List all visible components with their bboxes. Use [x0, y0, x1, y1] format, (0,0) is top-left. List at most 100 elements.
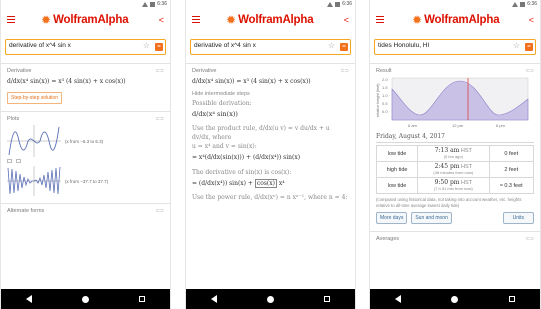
- search-input[interactable]: [194, 42, 314, 49]
- pod-title: Derivative: [192, 68, 217, 74]
- wolframalpha-logo: ✹ WolframAlpha: [226, 13, 314, 27]
- sin-derivative-text: The derivative of sin(x) is cos(x):: [192, 169, 292, 176]
- plot-row-2: (x from −37.7 to 37.7): [7, 166, 164, 196]
- menu-icon[interactable]: [376, 16, 384, 24]
- expr-rhs: = x³ (4 sin(x) + x cos(x)): [236, 78, 311, 85]
- android-nav-bar: [186, 289, 355, 309]
- signal-icon: [327, 1, 334, 7]
- search-bar[interactable]: ☆ =: [374, 39, 536, 55]
- search-input[interactable]: [9, 42, 129, 49]
- go-icon[interactable]: =: [340, 42, 348, 51]
- recent-apps-icon[interactable]: [508, 296, 515, 302]
- link-icon[interactable]: ⊂⊃: [156, 116, 164, 122]
- status-bar: 6:36: [370, 0, 540, 8]
- star-icon[interactable]: ☆: [143, 41, 150, 50]
- logo-text: WolframAlpha: [53, 14, 129, 26]
- go-icon[interactable]: =: [525, 42, 533, 51]
- derivative-expression: d/dx(x⁴ sin(x)) = x³ (4 sin(x) + x cos(x…: [7, 77, 164, 86]
- link-icon[interactable]: ⊂⊃: [526, 236, 534, 242]
- status-time: 6:36: [157, 1, 167, 7]
- expr-lhs: d/dx(x⁴ sin(x)): [7, 78, 50, 85]
- search-bar[interactable]: ☆ =: [5, 39, 166, 55]
- battery-icon: [335, 1, 341, 7]
- plot-option-icon[interactable]: [7, 159, 12, 163]
- tide-height: 2 feet: [488, 161, 534, 178]
- svg-text:1.5: 1.5: [382, 85, 388, 90]
- android-nav-bar: [370, 289, 540, 309]
- svg-text:2.0: 2.0: [382, 77, 388, 82]
- plot-option-icon[interactable]: [16, 159, 21, 163]
- results: Derivative ⊂⊃ d/dx(x⁴ sin(x)) = x³ (4 si…: [1, 63, 170, 289]
- pod-averages: Averages ⊂⊃: [370, 231, 540, 248]
- tide-height: ≈ 0.3 feet: [488, 177, 534, 194]
- app-bar: ✹ WolframAlpha <: [1, 8, 170, 33]
- recent-apps-icon[interactable]: [324, 296, 330, 302]
- product-expression: = x⁴(d/dx(sin(x))) + (d/dx(x⁴)) sin(x): [192, 153, 349, 162]
- hide-steps-link[interactable]: Hide intermediate steps: [192, 91, 349, 97]
- svg-text:0.0: 0.0: [382, 109, 388, 114]
- results: Result ⊂⊃ relative height (feet) 2.0 1.5…: [370, 63, 540, 289]
- link-icon[interactable]: ⊂⊃: [156, 208, 164, 214]
- app-bar: ✹ WolframAlpha <: [186, 8, 355, 33]
- back-icon[interactable]: [26, 295, 32, 303]
- product-expr-a: = x⁴(d/dx(sin(x))): [192, 154, 245, 161]
- pod-title: Derivative: [7, 68, 32, 74]
- svg-text:0.5: 0.5: [382, 101, 388, 106]
- step-deriv-expr: d/dx(x⁴ sin(x)): [192, 110, 238, 118]
- wolframalpha-logo: ✹ WolframAlpha: [412, 13, 500, 27]
- tide-date: Friday, August 4, 2017: [376, 131, 534, 143]
- step-by-step-button[interactable]: Step-by-step solution: [7, 92, 62, 104]
- tick-12pm: 12 pm: [452, 123, 464, 128]
- sin-expression: = (d/dx(x⁴)) sin(x) + cos(x) x⁴: [192, 179, 349, 188]
- plot-1-caption: (x from −6.3 to 6.3): [65, 138, 104, 144]
- plot-1: [7, 125, 61, 157]
- link-icon[interactable]: ⊂⊃: [526, 68, 534, 74]
- sin-expr-c: x⁴: [278, 180, 285, 187]
- status-bar: 6:36: [1, 0, 170, 8]
- svg-text:1.0: 1.0: [382, 93, 388, 98]
- phone-screen-derivative: 6:36 ✹ WolframAlpha < ☆ = Derivative ⊂⊃ …: [0, 0, 171, 309]
- star-icon[interactable]: ☆: [328, 41, 335, 50]
- back-icon[interactable]: [395, 295, 402, 303]
- menu-icon[interactable]: [7, 16, 15, 24]
- sun-and-moon-button[interactable]: Sun and moon: [411, 212, 452, 224]
- signal-icon: [142, 1, 149, 7]
- tide-time: 2:45 pm: [434, 163, 460, 170]
- tide-type: high tide: [375, 161, 419, 178]
- table-row: low tide 7:13 am HST (5 hrs ago) 0 feet: [375, 145, 534, 162]
- table-row: high tide 2:45 pm HST (48 minutes from no…: [375, 161, 534, 178]
- derivative-expression: d/dx(x⁴ sin(x)) = x³ (4 sin(x) + x cos(x…: [192, 77, 349, 86]
- possible-derivation-label: Possible derivation:: [192, 100, 252, 107]
- share-icon[interactable]: <: [344, 15, 349, 25]
- wolfram-star-icon: ✹: [412, 13, 423, 27]
- home-icon[interactable]: [82, 295, 89, 303]
- back-icon[interactable]: [211, 295, 217, 303]
- sin-expr-boxed: cos(x): [254, 179, 277, 188]
- home-icon[interactable]: [451, 295, 459, 303]
- recent-apps-icon[interactable]: [139, 296, 145, 302]
- tide-chart-ylabel: relative height (feet): [376, 83, 380, 117]
- units-button[interactable]: Units: [502, 212, 534, 224]
- tick-6am: 6 am: [408, 123, 418, 128]
- link-icon[interactable]: ⊂⊃: [341, 68, 349, 74]
- home-icon[interactable]: [267, 295, 274, 303]
- share-icon[interactable]: <: [159, 15, 164, 25]
- plot-tools: [7, 159, 164, 163]
- tide-height: 0 feet: [488, 145, 534, 162]
- tide-time: 7:13 am: [434, 147, 460, 154]
- search-input[interactable]: [378, 42, 498, 49]
- go-icon[interactable]: =: [155, 42, 163, 51]
- search-bar[interactable]: ☆ =: [190, 39, 351, 55]
- pod-plots: Plots ⊂⊃ (x from −6.3 to 6.3) (x from −3…: [1, 111, 170, 199]
- phone-screen-steps: 6:36 ✹ WolframAlpha < ☆ = Derivative ⊂⊃ …: [185, 0, 356, 309]
- product-expr-b: + (d/dx(x⁴)) sin(x): [246, 154, 301, 161]
- star-icon[interactable]: ☆: [513, 41, 520, 50]
- tide-relative: (7 h 51 min from now): [433, 186, 473, 191]
- link-icon[interactable]: ⊂⊃: [156, 68, 164, 74]
- share-icon[interactable]: <: [529, 15, 534, 25]
- more-days-button[interactable]: More days: [376, 212, 408, 224]
- menu-icon[interactable]: [192, 16, 200, 24]
- battery-icon: [150, 1, 156, 7]
- pod-title: Averages: [376, 236, 400, 242]
- phone-screen-tides: 6:36 ✹ WolframAlpha < ☆ = Result ⊂⊃ rela…: [369, 0, 541, 309]
